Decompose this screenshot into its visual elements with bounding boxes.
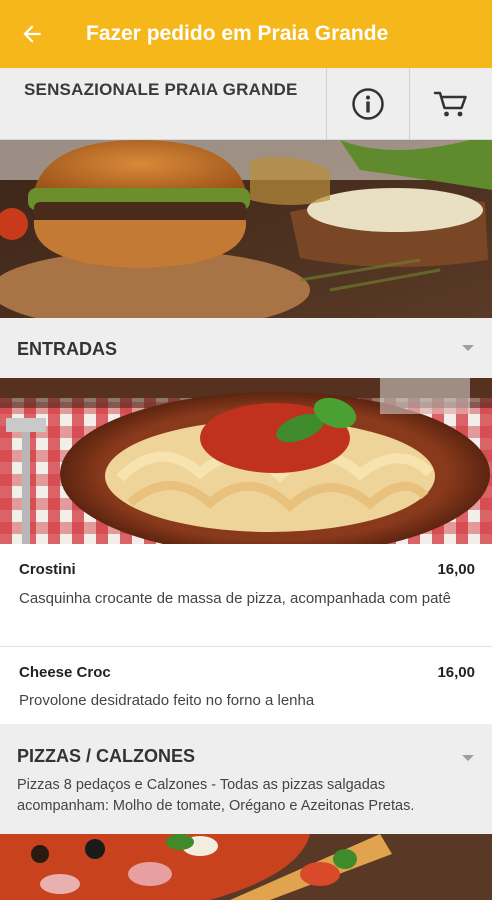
section-image-pizzas: [0, 834, 492, 900]
page-title: Fazer pedido em Praia Grande: [86, 22, 389, 45]
item-description: Casquinha crocante de massa de pizza, ac…: [19, 590, 451, 607]
arrow-left-icon: [23, 25, 41, 43]
info-icon: [352, 88, 384, 120]
menu-item[interactable]: Crostini 16,00 Casquinha crocante de mas…: [0, 544, 492, 647]
item-name: Crostini: [19, 561, 76, 578]
app-bar: Fazer pedido em Praia Grande: [0, 0, 492, 68]
menu-item[interactable]: Cheese Croc 16,00 Provolone desidratado …: [0, 647, 492, 724]
caret-down-icon: [462, 345, 474, 351]
section-header-entradas[interactable]: ENTRADAS: [0, 318, 492, 378]
store-banner-image: [0, 140, 492, 318]
store-name: SENSAZIONALE PRAIA GRANDE: [24, 80, 298, 99]
store-bar: SENSAZIONALE PRAIA GRANDE: [0, 68, 492, 140]
item-name: Cheese Croc: [19, 664, 111, 681]
item-price: 16,00: [437, 664, 475, 681]
item-description: Provolone desidratado feito no forno a l…: [19, 692, 315, 709]
item-price: 16,00: [437, 561, 475, 578]
section-description: Pizzas 8 pedaços e Calzones - Todas as p…: [17, 777, 415, 814]
cart-icon: [433, 91, 467, 117]
section-title: PIZZAS / CALZONES: [17, 746, 196, 766]
cart-button[interactable]: [409, 68, 492, 140]
info-button[interactable]: [326, 68, 409, 140]
back-button[interactable]: [0, 0, 64, 68]
section-image-entradas: [0, 378, 492, 544]
section-title: ENTRADAS: [17, 339, 118, 359]
caret-down-icon: [462, 755, 474, 761]
section-header-pizzas-calzones[interactable]: PIZZAS / CALZONES Pizzas 8 pedaços e Cal…: [0, 724, 492, 834]
